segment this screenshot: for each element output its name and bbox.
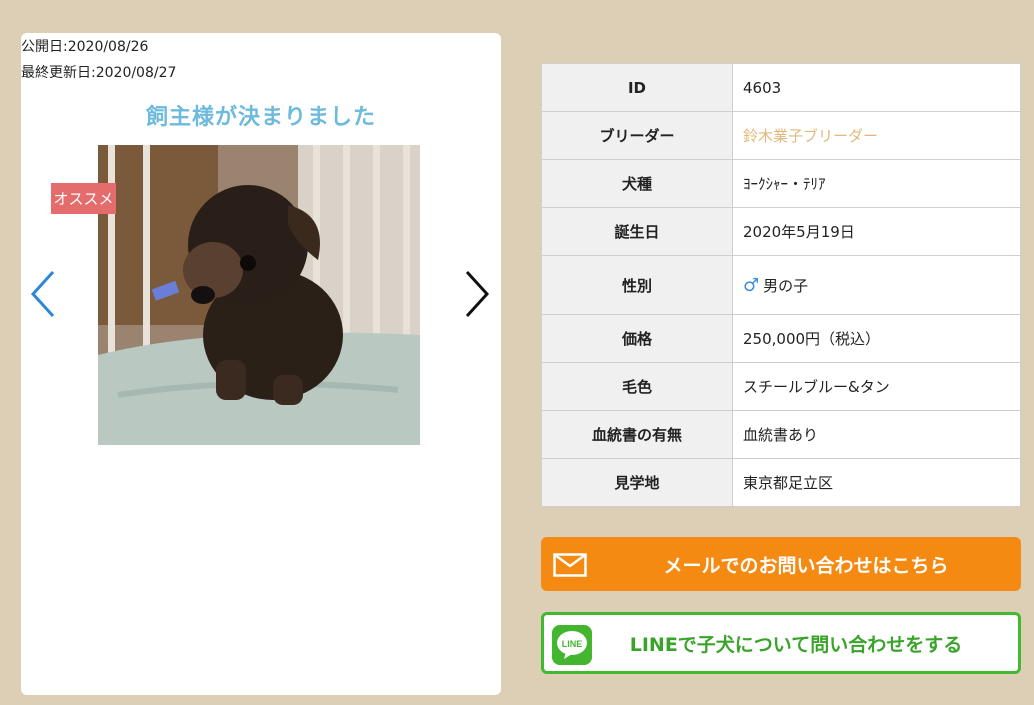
chevron-right-icon [465,270,490,318]
published-date: 公開日:2020/08/26 [21,39,149,55]
spec-value: 4603 [732,63,1021,112]
spec-row-id: ID 4603 [541,63,1021,112]
breeder-link[interactable]: 鈴木業子ブリーダー [743,127,878,145]
spec-row-price: 価格 250,000円（税込） [541,314,1021,363]
spec-row-gender: 性別 ♂ 男の子 [541,255,1021,315]
line-icon: LINE [552,625,592,665]
spec-value: 血統書あり [732,410,1021,459]
spec-value-cell: 鈴木業子ブリーダー [732,111,1021,160]
spec-value: 東京都足立区 [732,458,1021,507]
line-button-label: LINEで子犬について問い合わせをする [629,633,963,656]
spec-label: 性別 [541,255,733,315]
spec-label: ID [541,63,733,112]
spec-value-cell: ♂ 男の子 [732,255,1021,315]
chevron-left-icon [30,270,55,318]
spec-table: ID 4603 ブリーダー 鈴木業子ブリーダー 犬種 ﾖｰｸｼｬｰ・ﾃﾘｱ 誕生… [541,63,1021,507]
spec-value: 男の子 [763,276,809,295]
spec-label: 価格 [541,314,733,363]
recommend-badge: オススメ [51,183,116,214]
listing-card: 公開日:2020/08/26 最終更新日:2020/08/27 飼主様が決まりま… [21,33,501,695]
spec-row-coat-color: 毛色 スチールブルー&タン [541,362,1021,411]
puppy-photo[interactable] [98,145,420,445]
spec-value: 250,000円（税込） [732,314,1021,363]
spec-row-pedigree: 血統書の有無 血統書あり [541,410,1021,459]
status-title: 飼主様が決まりました [145,105,376,130]
line-icon-text: LINE [562,639,583,649]
mail-icon [553,553,587,577]
spec-label: 犬種 [541,159,733,208]
spec-label: 見学地 [541,458,733,507]
puppy-image-icon [98,145,420,445]
spec-row-breed: 犬種 ﾖｰｸｼｬｰ・ﾃﾘｱ [541,159,1021,208]
line-inquiry-button[interactable]: LINE LINEで子犬について問い合わせをする [541,612,1021,674]
spec-value: ﾖｰｸｼｬｰ・ﾃﾘｱ [732,159,1021,208]
spec-label: ブリーダー [541,111,733,160]
mail-inquiry-button[interactable]: メールでのお問い合わせはこちら [541,537,1021,591]
spec-label: 血統書の有無 [541,410,733,459]
spec-label: 誕生日 [541,207,733,256]
spec-row-location: 見学地 東京都足立区 [541,458,1021,507]
next-photo-button[interactable] [461,269,491,319]
mail-button-label: メールでのお問い合わせはこちら [663,554,949,577]
spec-label: 毛色 [541,362,733,411]
spec-value: スチールブルー&タン [732,362,1021,411]
updated-date: 最終更新日:2020/08/27 [21,65,177,81]
prev-photo-button[interactable] [29,269,59,319]
spec-value: 2020年5月19日 [732,207,1021,256]
spec-row-breeder: ブリーダー 鈴木業子ブリーダー [541,111,1021,160]
spec-row-birthday: 誕生日 2020年5月19日 [541,207,1021,256]
male-icon: ♂ [743,274,760,296]
